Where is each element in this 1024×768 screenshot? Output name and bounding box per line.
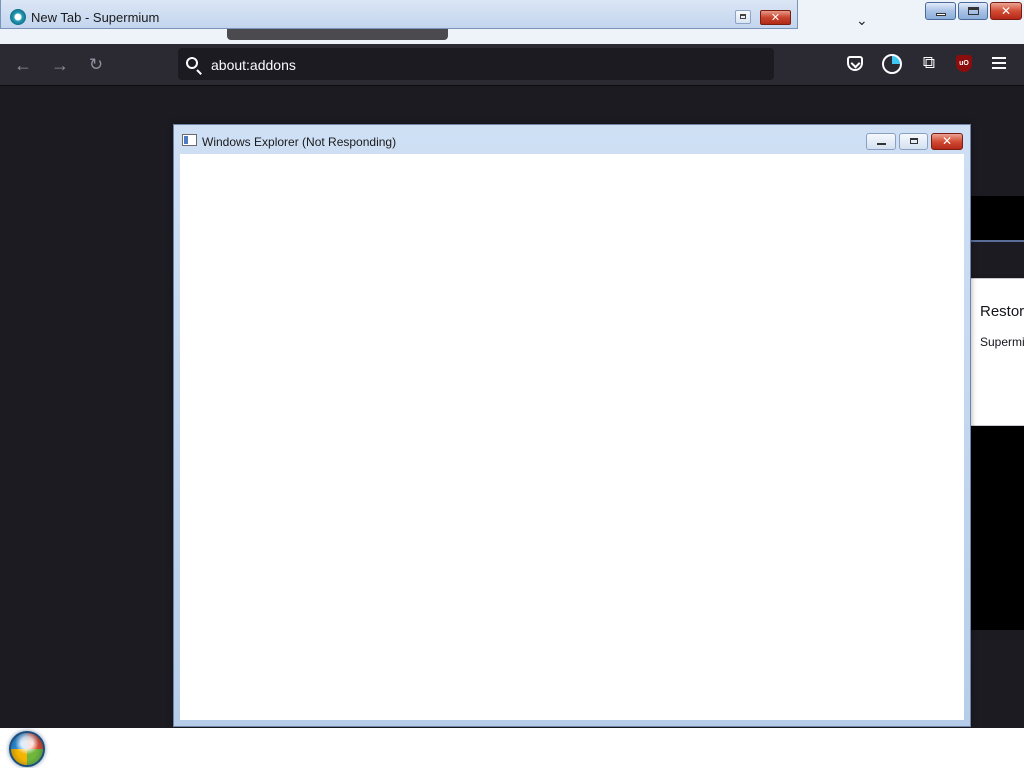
back-arrow-icon[interactable]: ←: [12, 54, 34, 76]
outer-window-titlebar: New Tab - Supermium ✕ ⌄ ✕: [0, 0, 1024, 44]
explorer-client-area: [180, 154, 964, 720]
explorer-minimize-button[interactable]: [866, 133, 896, 150]
tab-strip-indicator: [227, 29, 448, 40]
windows-start-orb-icon[interactable]: [9, 731, 45, 767]
ublock-origin-icon[interactable]: uO: [956, 55, 972, 72]
explorer-window-title: Windows Explorer (Not Responding): [202, 135, 397, 149]
window-app-icon: [182, 134, 197, 146]
forward-arrow-icon[interactable]: →: [49, 54, 71, 76]
url-input[interactable]: [211, 56, 751, 74]
content-header-strip: [970, 242, 1024, 280]
window-minimize-button[interactable]: [925, 2, 956, 20]
restore-popup-title: Restor: [980, 303, 1024, 320]
explorer-window: Windows Explorer (Not Responding) ✕: [173, 124, 971, 727]
extensions-puzzle-icon[interactable]: ⧉: [921, 54, 937, 72]
restore-popup-body: Supermi: [980, 335, 1024, 349]
taskbar: [0, 728, 1024, 768]
tab-close-button[interactable]: ✕: [760, 10, 791, 25]
window-restore-button[interactable]: [958, 2, 988, 20]
pocket-icon[interactable]: [847, 56, 863, 71]
supermium-favicon-icon: [10, 9, 26, 25]
browser-tab-new-tab[interactable]: New Tab - Supermium ✕: [0, 0, 798, 29]
chevron-down-icon[interactable]: ⌄: [856, 12, 870, 28]
search-icon: [186, 57, 198, 69]
explorer-close-button[interactable]: ✕: [931, 133, 963, 150]
tab-title: New Tab - Supermium: [31, 10, 160, 25]
browser-toolbar: ← → ↻ ⧉ uO: [0, 44, 1024, 86]
account-icon[interactable]: [882, 54, 902, 74]
window-close-button[interactable]: ✕: [990, 2, 1022, 20]
tab-restore-button[interactable]: [735, 10, 751, 24]
hamburger-menu-icon[interactable]: [992, 57, 1006, 69]
reload-icon[interactable]: ↻: [85, 54, 107, 76]
address-bar[interactable]: [178, 48, 774, 80]
explorer-maximize-button[interactable]: [899, 133, 928, 150]
